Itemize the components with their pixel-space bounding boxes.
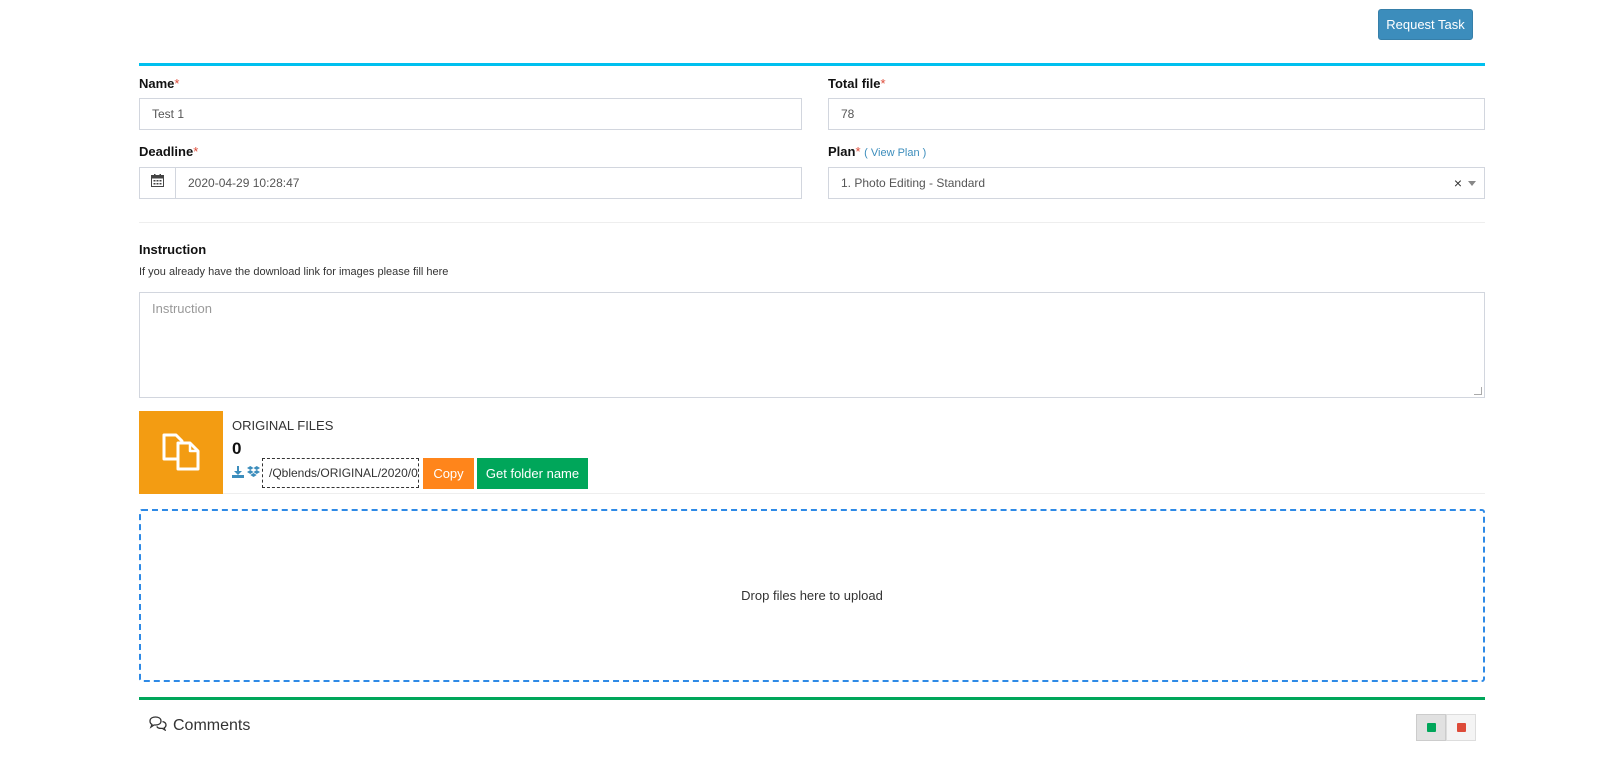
dropzone-message: Drop files here to upload [741,588,883,603]
required-mark: * [880,76,886,91]
required-mark: * [193,144,199,159]
get-folder-name-button[interactable]: Get folder name [477,458,588,489]
original-files-title: ORIGINAL FILES [232,418,334,433]
red-square-icon [1456,723,1466,732]
download-icons [232,465,260,483]
download-icon[interactable] [232,465,244,483]
files-icon-container [139,411,223,494]
green-toggle-button[interactable] [1416,714,1446,741]
instruction-textarea[interactable]: Instruction [139,292,1485,398]
instruction-placeholder: Instruction [152,301,212,316]
copy-button[interactable]: Copy [423,458,474,489]
view-plan-link[interactable]: ( View Plan ) [864,147,926,159]
name-input-value: Test 1 [152,107,185,121]
red-toggle-button[interactable] [1446,714,1476,741]
instruction-help-text: If you already have the download link fo… [139,266,449,278]
plan-label: Plan* ( View Plan ) [828,144,926,159]
resize-handle[interactable] [1474,387,1482,395]
total-file-input[interactable]: 78 [828,98,1485,130]
name-label-text: Name [139,76,175,91]
comments-title: Comments [173,717,251,734]
dropbox-icon[interactable] [247,465,260,483]
instruction-label: Instruction [139,242,207,257]
required-mark: * [855,144,861,159]
comments-toolbar [1416,714,1476,741]
original-files-count: 0 [232,439,242,458]
folder-path-value: /Qblends/ORIGINAL/2020/0 [269,466,418,480]
deadline-input[interactable]: 2020-04-29 10:28:47 [175,167,802,199]
plan-select-value: 1. Photo Editing - Standard [841,176,986,190]
request-task-button[interactable]: Request Task [1378,9,1473,40]
calendar-addon[interactable] [139,167,176,199]
upload-dropzone[interactable]: Drop files here to upload [139,509,1485,682]
chevron-down-icon[interactable] [1468,181,1476,186]
files-icon [160,429,202,476]
deadline-input-value: 2020-04-29 10:28:47 [188,176,300,190]
calendar-icon [151,174,164,192]
name-label: Name* [139,76,179,91]
total-file-label-text: Total file [828,76,881,91]
comments-icon [149,716,167,736]
required-mark: * [174,76,180,91]
total-file-label: Total file* [828,76,886,91]
deadline-label: Deadline* [139,144,198,159]
comments-header: Comments [149,716,250,736]
clear-icon[interactable]: × [1454,175,1462,191]
green-square-icon [1426,723,1436,732]
folder-path-input[interactable]: /Qblends/ORIGINAL/2020/0 [262,458,419,488]
comments-box: Comments [139,697,1485,783]
name-input[interactable]: Test 1 [139,98,802,130]
plan-select[interactable]: 1. Photo Editing - Standard × [828,167,1485,199]
divider [139,222,1485,223]
task-form [139,63,1485,225]
total-file-input-value: 78 [841,107,855,121]
original-files-box: ORIGINAL FILES 0 /Qblends/ORIGINAL/2020/… [139,411,1485,494]
deadline-label-text: Deadline [139,144,194,159]
plan-label-text: Plan [828,144,856,159]
